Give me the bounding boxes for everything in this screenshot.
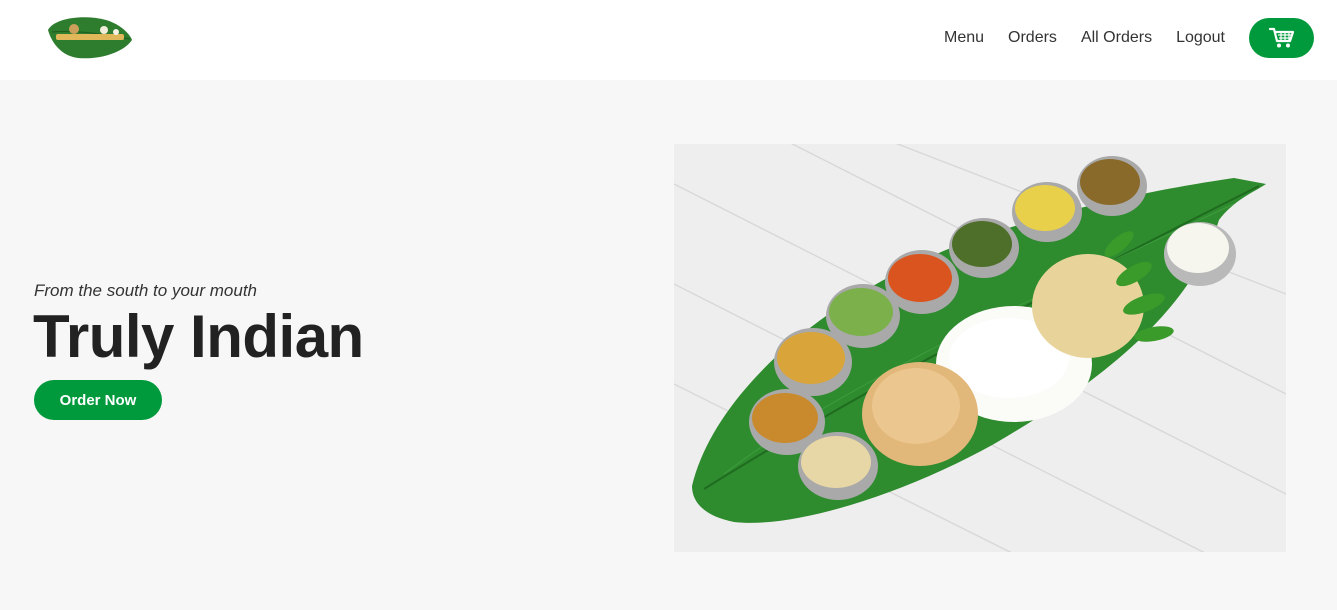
shopping-cart-icon	[1268, 27, 1294, 48]
hero-tagline: From the south to your mouth	[34, 281, 257, 300]
nav-link-orders[interactable]: Orders	[1008, 28, 1057, 48]
order-now-button[interactable]: Order Now	[34, 380, 162, 420]
hero-section: From the south to your mouth Truly India…	[0, 80, 1337, 610]
navbar: Menu Orders All Orders Logout	[0, 0, 1337, 80]
nav-links: Menu Orders All Orders Logout	[920, 28, 1225, 48]
hero-headline: Truly Indian	[33, 303, 364, 370]
nav-link-logout[interactable]: Logout	[1176, 28, 1225, 48]
thali-food-image	[673, 83, 1287, 610]
nav-link-all-orders[interactable]: All Orders	[1081, 28, 1152, 48]
cart-button[interactable]	[1249, 18, 1314, 58]
banana-leaf-logo-icon[interactable]	[44, 12, 136, 62]
nav-link-menu[interactable]: Menu	[944, 28, 984, 48]
